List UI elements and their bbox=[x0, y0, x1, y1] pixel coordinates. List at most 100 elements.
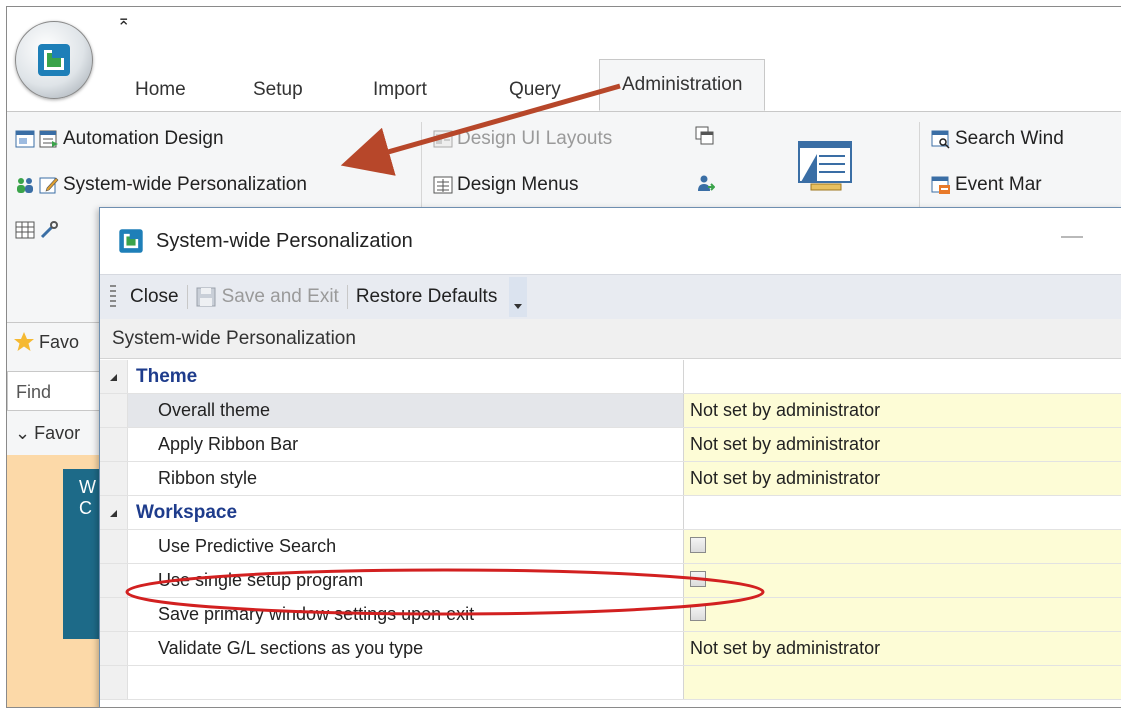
property-value bbox=[684, 598, 1121, 631]
tab-home[interactable]: Home bbox=[135, 79, 186, 101]
property-value bbox=[684, 564, 1121, 597]
grid-table-icon bbox=[15, 221, 35, 239]
close-button[interactable]: Close bbox=[122, 286, 187, 308]
save-and-exit-label: Save and Exit bbox=[221, 286, 339, 307]
copy-windows-button[interactable] bbox=[695, 126, 719, 146]
app-logo-icon bbox=[38, 44, 70, 76]
row-gutter bbox=[100, 598, 128, 631]
row-gutter bbox=[100, 428, 128, 461]
design-ui-layouts-label: Design UI Layouts bbox=[457, 128, 613, 149]
event-manager-button[interactable]: Event Mar bbox=[931, 174, 1042, 196]
row-gutter bbox=[100, 496, 128, 529]
toolbar-overflow-icon[interactable] bbox=[509, 277, 528, 317]
personalization-dialog: System-wide Personalization Close Save a… bbox=[99, 207, 1121, 707]
find-input[interactable]: Find bbox=[7, 371, 107, 411]
event-manager-icon bbox=[931, 176, 950, 194]
property-row-use-predictive-search[interactable]: Use Predictive Search bbox=[100, 530, 1121, 564]
design-ui-layouts-button[interactable]: Design UI Layouts bbox=[433, 128, 612, 150]
property-row-use-single-setup-program[interactable]: Use single setup program bbox=[100, 564, 1121, 598]
property-row-validate-gl-sections[interactable]: Validate G/L sections as you type Not se… bbox=[100, 632, 1121, 666]
favorites-panel: W C bbox=[7, 455, 107, 707]
collapse-triangle-icon[interactable] bbox=[100, 496, 128, 529]
property-grid-header: System-wide Personalization bbox=[100, 319, 1121, 359]
property-label: Ribbon style bbox=[128, 462, 684, 495]
application-window: ⌅ Home Setup Import Query Administration… bbox=[6, 6, 1121, 708]
quick-access-toolbar: ⌅ bbox=[7, 7, 1121, 59]
search-windows-label: Search Wind bbox=[955, 128, 1064, 149]
property-row-overall-theme[interactable]: Overall theme Not set by administrator bbox=[100, 394, 1121, 428]
category-label: Theme bbox=[128, 360, 684, 393]
dialog-title: System-wide Personalization bbox=[156, 229, 413, 252]
property-value[interactable]: Not set by administrator bbox=[684, 462, 1121, 495]
application-menu-button[interactable] bbox=[15, 21, 93, 99]
tab-import[interactable]: Import bbox=[373, 79, 427, 101]
category-row-theme[interactable]: Theme bbox=[100, 360, 1121, 394]
chevron-down-icon: ⌄ bbox=[15, 423, 31, 443]
automation-design-button[interactable]: Automation Design bbox=[15, 128, 224, 150]
ribbon-group-separator bbox=[421, 122, 422, 212]
menu-design-icon bbox=[433, 176, 453, 194]
favorites-section-header[interactable]: ⌄ Favor bbox=[7, 423, 107, 444]
form-layout-large-button[interactable] bbox=[797, 140, 853, 194]
event-manager-label: Event Mar bbox=[955, 174, 1042, 195]
row-gutter bbox=[100, 360, 128, 393]
star-icon bbox=[14, 332, 34, 351]
property-row-ribbon-style[interactable]: Ribbon style Not set by administrator bbox=[100, 462, 1121, 496]
system-wide-personalization-label: System-wide Personalization bbox=[63, 174, 307, 195]
row-gutter bbox=[100, 394, 128, 427]
restore-defaults-button[interactable]: Restore Defaults bbox=[348, 286, 506, 308]
qat-customize-icon[interactable]: ⌅ bbox=[117, 13, 130, 29]
save-and-exit-button[interactable]: Save and Exit bbox=[188, 286, 347, 308]
property-value[interactable]: Not set by administrator bbox=[684, 394, 1121, 427]
ribbon-group-separator-2 bbox=[919, 122, 920, 212]
tab-query[interactable]: Query bbox=[509, 79, 561, 101]
property-row-apply-ribbon-bar[interactable]: Apply Ribbon Bar Not set by administrato… bbox=[100, 428, 1121, 462]
copy-windows-icon bbox=[695, 126, 714, 145]
toolbar-grip-icon[interactable] bbox=[110, 285, 116, 309]
form-layout-icon bbox=[798, 141, 852, 191]
ribbon-tab-bar: Home Setup Import Query Administration bbox=[7, 59, 1121, 112]
system-wide-personalization-button[interactable]: System-wide Personalization bbox=[15, 174, 307, 196]
property-value bbox=[684, 666, 1121, 699]
property-row-save-primary-window-settings[interactable]: Save primary window settings upon exit bbox=[100, 598, 1121, 632]
property-label: Use single setup program bbox=[128, 564, 684, 597]
favorites-bar[interactable]: Favo bbox=[7, 323, 107, 361]
window-layout-icon bbox=[15, 130, 35, 148]
user-admin-button[interactable] bbox=[695, 174, 719, 194]
users-group-icon bbox=[17, 178, 33, 193]
property-label: Use Predictive Search bbox=[128, 530, 684, 563]
row-gutter bbox=[100, 564, 128, 597]
dialog-title-bar[interactable]: System-wide Personalization bbox=[100, 208, 1121, 274]
automation-design-label: Automation Design bbox=[63, 128, 224, 149]
favorites-bar-label: Favo bbox=[39, 331, 80, 352]
row-gutter bbox=[100, 632, 128, 665]
design-menus-button[interactable]: Design Menus bbox=[433, 174, 578, 196]
property-label: Validate G/L sections as you type bbox=[128, 632, 684, 665]
search-windows-button[interactable]: Search Wind bbox=[931, 128, 1064, 150]
dialog-toolbar: Close Save and Exit Restore Defaults bbox=[100, 274, 1121, 320]
row-gutter bbox=[100, 462, 128, 495]
tab-setup[interactable]: Setup bbox=[253, 79, 303, 101]
row-gutter bbox=[100, 666, 128, 699]
property-value[interactable]: Not set by administrator bbox=[684, 428, 1121, 461]
automation-icon bbox=[39, 130, 58, 148]
predictive-search-checkbox[interactable] bbox=[690, 537, 706, 553]
ribbon-small-buttons-row3[interactable] bbox=[15, 220, 63, 240]
category-value bbox=[684, 360, 1121, 393]
property-value[interactable]: Not set by administrator bbox=[684, 632, 1121, 665]
collapse-triangle-icon[interactable] bbox=[100, 360, 128, 393]
category-row-workspace[interactable]: Workspace bbox=[100, 496, 1121, 530]
floppy-disk-icon bbox=[196, 287, 216, 307]
favorites-section-label: Favor bbox=[34, 423, 81, 443]
minimize-icon[interactable] bbox=[1061, 236, 1083, 238]
layout-design-icon bbox=[433, 130, 453, 148]
property-row-partial[interactable] bbox=[100, 666, 1121, 700]
property-label: Save primary window settings upon exit bbox=[128, 598, 684, 631]
property-label: Overall theme bbox=[128, 394, 684, 427]
property-grid: Theme Overall theme Not set by administr… bbox=[100, 360, 1121, 707]
save-window-settings-checkbox[interactable] bbox=[690, 605, 706, 621]
tab-administration[interactable]: Administration bbox=[599, 59, 766, 111]
single-setup-program-checkbox[interactable] bbox=[690, 571, 706, 587]
property-label bbox=[128, 666, 684, 699]
category-label: Workspace bbox=[128, 496, 684, 529]
